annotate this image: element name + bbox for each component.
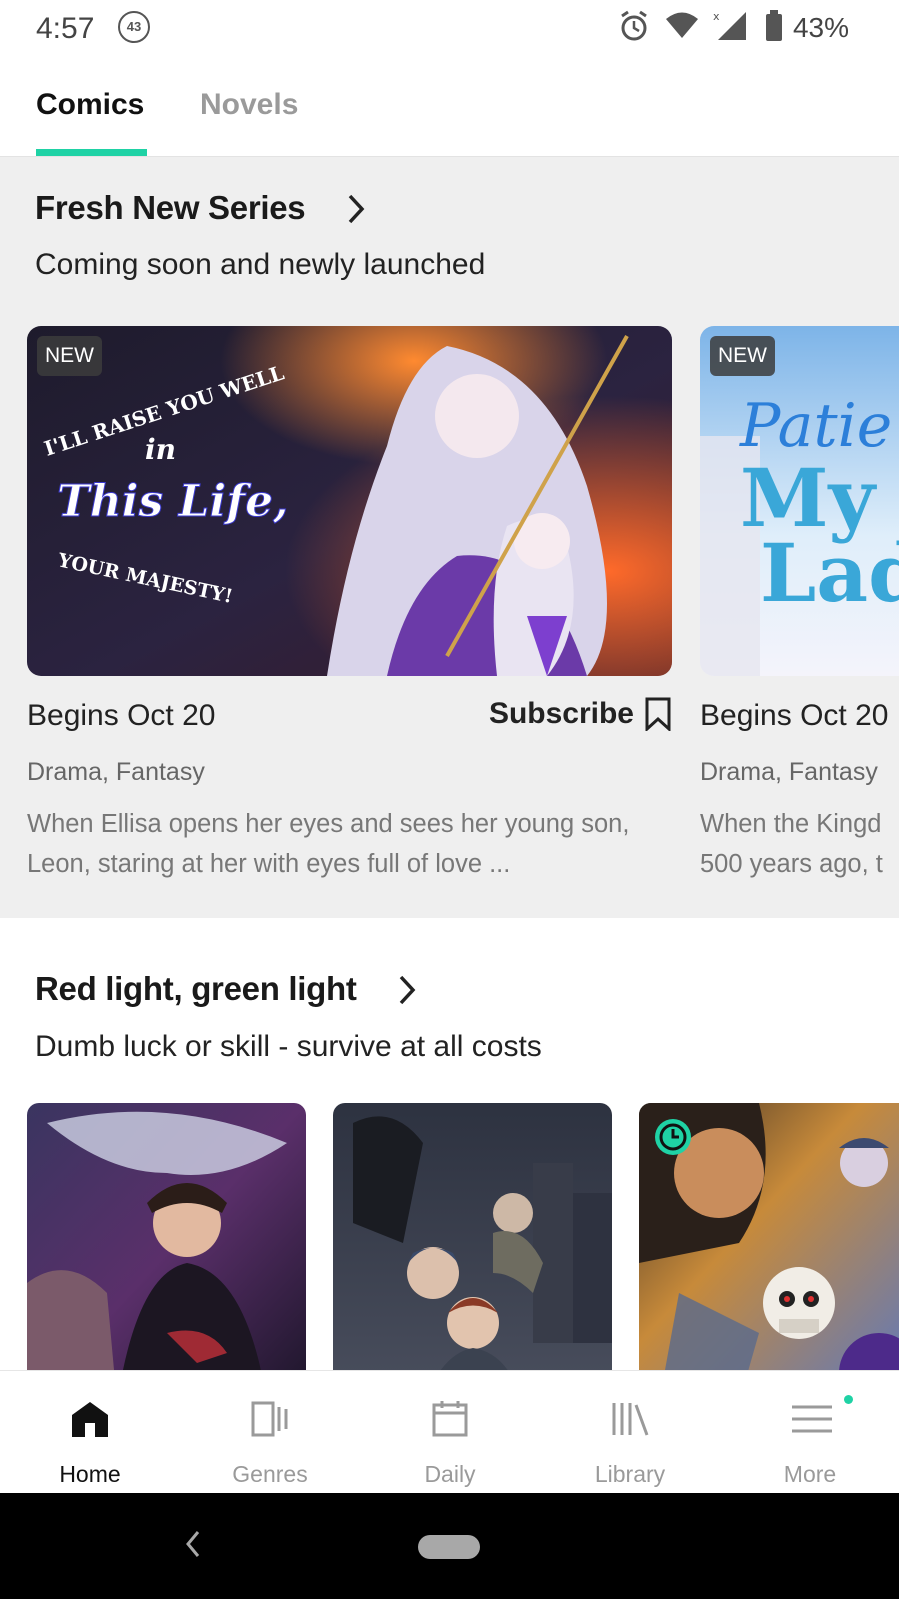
red-light-green-light-section: Red light, green light Dumb luck or skil…: [0, 918, 899, 1370]
description-line: When the Kingd: [700, 810, 882, 838]
bookmark-icon[interactable]: [644, 697, 672, 731]
status-icons: x 43%: [599, 10, 899, 44]
notification-dot: [844, 1395, 853, 1404]
cell-signal-icon: x: [713, 10, 746, 40]
chevron-right-icon[interactable]: [346, 193, 366, 225]
system-navigation-bar: [0, 1493, 899, 1599]
series-description: When the Kingd 500 years ago, t: [700, 804, 899, 884]
home-pill-button[interactable]: [418, 1535, 480, 1559]
battery-percent: 43%: [792, 12, 849, 43]
series-thumbnail[interactable]: [639, 1103, 899, 1370]
release-date: Begins Oct 20: [700, 699, 889, 732]
section-title[interactable]: Fresh New Series: [35, 189, 306, 227]
library-icon: [612, 1403, 649, 1436]
fresh-new-series-section: Fresh New Series Coming soon and newly l…: [0, 157, 899, 918]
subscribe-button[interactable]: Subscribe: [489, 697, 634, 731]
nav-label: Genres: [232, 1461, 308, 1487]
tab-novels[interactable]: Novels: [200, 88, 298, 122]
series-thumbnail[interactable]: [27, 1103, 306, 1370]
tab-comics[interactable]: Comics: [36, 88, 144, 122]
description-line: 500 years ago, t: [700, 850, 883, 878]
wifi-icon: [666, 12, 698, 38]
nav-home[interactable]: Home: [0, 1371, 180, 1494]
clock-icon: [655, 1119, 691, 1155]
series-thumbnail[interactable]: [333, 1103, 612, 1370]
series-cover-image[interactable]: I'LL RAISE YOU WELL in This Life, YOUR M…: [27, 326, 672, 676]
section-subtitle: Dumb luck or skill - survive at all cost…: [35, 1030, 542, 1063]
active-tab-indicator: [36, 149, 147, 156]
home-icon: [72, 1402, 108, 1437]
nav-label: Home: [59, 1461, 121, 1487]
svg-text:x: x: [713, 10, 720, 23]
genres-icon: [251, 1401, 288, 1437]
daily-icon: [432, 1401, 468, 1437]
section-title[interactable]: Red light, green light: [35, 970, 357, 1008]
nav-genres[interactable]: Genres: [180, 1371, 360, 1494]
status-time: 4:57: [36, 12, 95, 45]
status-bar: 4:57 43 x 43%: [0, 0, 899, 56]
new-badge: NEW: [710, 336, 775, 376]
section-subtitle: Coming soon and newly launched: [35, 248, 486, 281]
cover-title-text-3: This Life,: [57, 476, 288, 527]
nav-label: Library: [594, 1461, 666, 1487]
menu-icon: [792, 1405, 832, 1433]
nav-label: More: [783, 1461, 837, 1487]
back-icon[interactable]: [182, 1528, 202, 1560]
top-tabs: Comics Novels: [0, 56, 899, 157]
release-date: Begins Oct 20: [27, 699, 216, 732]
nav-label: Daily: [424, 1461, 476, 1487]
cover-title-text-3: Lad: [760, 526, 899, 620]
bottom-navigation: Home Genres Daily Library More: [0, 1370, 899, 1494]
new-badge: NEW: [37, 336, 102, 376]
series-cover-image[interactable]: Patie My Lad NEW: [700, 326, 899, 676]
nav-more[interactable]: More: [720, 1371, 899, 1494]
notification-count-badge: 43: [118, 11, 150, 43]
nav-library[interactable]: Library: [540, 1371, 720, 1494]
chevron-right-icon[interactable]: [397, 974, 417, 1006]
nav-daily[interactable]: Daily: [360, 1371, 540, 1494]
series-description: When Ellisa opens her eyes and sees her …: [27, 810, 630, 878]
genre-tags: Drama, Fantasy: [700, 758, 878, 786]
cover-title-text-2: in: [145, 433, 176, 466]
genre-tags: Drama, Fantasy: [27, 758, 205, 786]
alarm-icon: [621, 10, 647, 41]
battery-icon: [766, 10, 782, 41]
